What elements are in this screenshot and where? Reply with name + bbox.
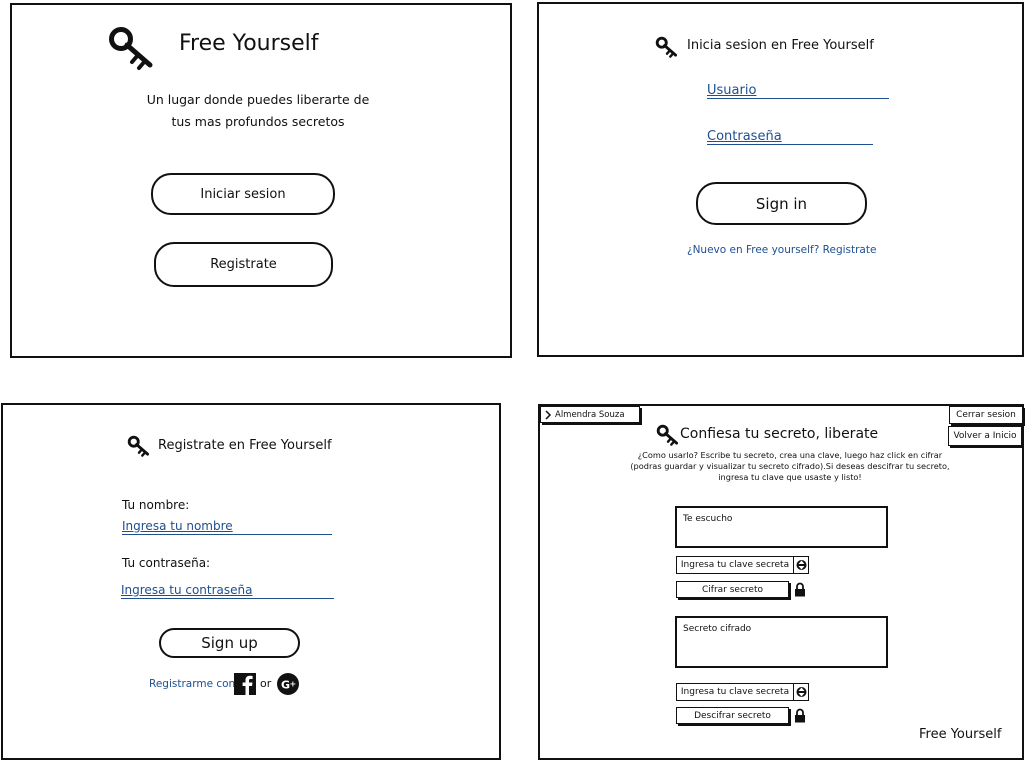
password-underline <box>707 144 873 145</box>
name-underline <box>122 534 332 535</box>
register-title: Registrate en Free Yourself <box>158 438 332 453</box>
key-select-encrypt[interactable]: Ingresa tu clave secreta <box>676 556 809 574</box>
chevron-right-icon <box>545 409 552 420</box>
decrypt-button-label: Descifrar secreto <box>694 710 771 721</box>
secret-title: Confiesa tu secreto, liberate <box>680 426 879 442</box>
key-icon <box>127 435 150 457</box>
key-icon <box>109 27 153 70</box>
password-field[interactable]: Ingresa tu contraseña <box>121 583 253 597</box>
signup-button[interactable]: Sign up <box>159 628 300 658</box>
tagline-line-2: tus mas profundos secretos <box>171 114 345 129</box>
home-button[interactable]: Volver a Inicio <box>948 426 1022 446</box>
password-underline <box>121 598 334 599</box>
up-down-arrows-icon[interactable] <box>793 684 808 700</box>
logout-button-label: Cerrar sesion <box>956 410 1016 420</box>
key-select-decrypt-value: Ingresa tu clave secreta <box>680 687 790 697</box>
user-name: Almendra Souza <box>555 409 625 420</box>
social-or: or <box>260 677 272 690</box>
cipher-placeholder: Secreto cifrado <box>683 624 752 634</box>
logout-button[interactable]: Cerrar sesion <box>949 406 1023 424</box>
welcome-screen: Free Yourself Un lugar donde puedes libe… <box>10 3 512 358</box>
cipher-textarea[interactable]: Secreto cifrado <box>675 616 888 668</box>
register-screen: Registrate en Free Yourself Tu nombre: I… <box>1 403 501 760</box>
register-button[interactable]: Registrate <box>154 242 333 287</box>
brand-footer: Free Yourself <box>919 727 1002 742</box>
password-field[interactable]: Contraseña <box>707 129 782 144</box>
login-screen: Inicia sesion en Free Yourself Usuario C… <box>537 2 1024 357</box>
password-label: Tu contraseña: <box>122 556 211 570</box>
secret-screen: Almendra Souza Cerrar sesion Volver a In… <box>538 404 1024 760</box>
lock-icon <box>795 708 805 723</box>
key-icon <box>655 36 678 58</box>
facebook-icon[interactable] <box>234 673 256 695</box>
register-button-label: Registrate <box>210 257 277 272</box>
key-select-decrypt[interactable]: Ingresa tu clave secreta <box>676 683 809 701</box>
signin-button[interactable]: Sign in <box>696 182 867 225</box>
help-text: ¿Como usarlo? Escribe tu secreto, crea u… <box>580 450 1000 483</box>
name-field[interactable]: Ingresa tu nombre <box>122 519 233 533</box>
svg-text:+: + <box>290 680 297 689</box>
home-button-label: Volver a Inicio <box>953 431 1017 441</box>
help-line-3: ingresa tu clave que usaste y listo! <box>718 472 862 482</box>
decrypt-button[interactable]: Descifrar secreto <box>676 707 789 724</box>
lock-icon <box>795 582 805 597</box>
username-field[interactable]: Usuario <box>707 83 756 98</box>
login-title: Inicia sesion en Free Yourself <box>687 38 874 53</box>
login-button-label: Iniciar sesion <box>200 186 286 202</box>
secret-placeholder: Te escucho <box>683 514 733 524</box>
register-link[interactable]: ¿Nuevo en Free yourself? Registrate <box>687 244 876 256</box>
username-underline <box>707 98 889 99</box>
secret-textarea[interactable]: Te escucho <box>675 506 888 548</box>
key-icon <box>656 424 679 446</box>
signin-button-label: Sign in <box>755 194 808 213</box>
social-prefix: Registrarme con <box>149 678 236 690</box>
tagline-line-1: Un lugar donde puedes liberarte de <box>146 92 370 107</box>
signup-button-label: Sign up <box>201 634 258 652</box>
encrypt-button-label: Cifrar secreto <box>702 584 763 595</box>
encrypt-button[interactable]: Cifrar secreto <box>676 581 789 598</box>
up-down-arrows-icon[interactable] <box>793 557 808 573</box>
help-line-1: ¿Como usarlo? Escribe tu secreto, crea u… <box>637 450 943 460</box>
app-title: Free Yourself <box>179 31 319 56</box>
help-line-2: (podras guardar y visualizar tu secreto … <box>630 461 950 471</box>
google-plus-icon[interactable]: G + <box>277 673 299 695</box>
login-button[interactable]: Iniciar sesion <box>151 173 335 215</box>
user-menu[interactable]: Almendra Souza <box>540 406 640 423</box>
key-select-encrypt-value: Ingresa tu clave secreta <box>680 560 790 570</box>
name-label: Tu nombre: <box>122 498 190 512</box>
